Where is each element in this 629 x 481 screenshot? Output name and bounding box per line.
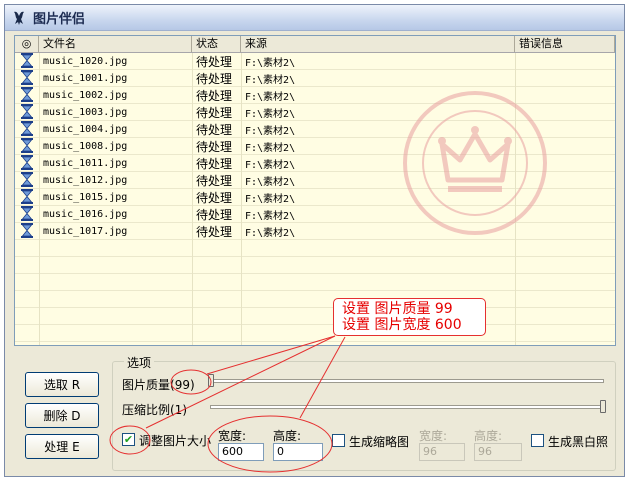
thumb-height-field[interactable]: 96 [474, 443, 522, 461]
title-bar: 图片伴侣 [5, 5, 624, 31]
quality-label: 图片质量(99) [122, 378, 195, 392]
bw-checkbox[interactable] [531, 434, 544, 447]
row-icon-cell [15, 171, 39, 190]
row-icon-cell [15, 86, 39, 105]
filename-cell: music_1004.jpg [43, 124, 128, 135]
filename-cell: music_1002.jpg [43, 90, 128, 101]
filename-cell: music_1001.jpg [43, 73, 128, 84]
hourglass-icon [21, 52, 33, 68]
filename-cell: music_1011.jpg [43, 158, 128, 169]
hourglass-icon [21, 171, 33, 187]
options-group-title: 选项 [124, 354, 155, 371]
delete-button[interactable]: 删除 D [25, 403, 99, 428]
table-row[interactable]: music_1001.jpg 待处理 F:\素材2\ [15, 69, 615, 88]
filename-cell: music_1012.jpg [43, 175, 128, 186]
source-cell: F:\素材2\ [245, 75, 296, 86]
filename-cell: music_1016.jpg [43, 209, 128, 220]
hourglass-icon [21, 86, 33, 102]
table-row[interactable]: music_1020.jpg 待处理 F:\素材2\ [15, 52, 615, 71]
row-icon-cell [15, 120, 39, 139]
quality-slider-thumb[interactable] [208, 374, 214, 387]
row-icon-cell [15, 222, 39, 241]
bw-label: 生成黑白照 [548, 435, 609, 449]
filename-cell: music_1015.jpg [43, 192, 128, 203]
row-icon-cell [15, 205, 39, 224]
status-cell: 待处理 [196, 72, 233, 86]
status-cell: 待处理 [196, 225, 233, 239]
hourglass-icon [21, 103, 33, 119]
filename-cell: music_1020.jpg [43, 56, 128, 67]
row-icon-cell [15, 154, 39, 173]
source-cell: F:\素材2\ [245, 58, 296, 69]
annotation-line-1: 设置 图片质量 99 [342, 301, 453, 317]
thumb-width-field[interactable]: 96 [419, 443, 465, 461]
row-icon-cell [15, 188, 39, 207]
thumbnail-label: 生成缩略图 [349, 435, 410, 449]
status-cell: 待处理 [196, 140, 233, 154]
status-cell: 待处理 [196, 123, 233, 137]
thumbnail-checkbox[interactable] [332, 434, 345, 447]
column-header-filename[interactable]: 文件名 [39, 36, 192, 52]
thumb-height-label: 高度: [474, 429, 503, 443]
row-icon-cell [15, 137, 39, 156]
hourglass-icon [21, 120, 33, 136]
resize-checkbox[interactable]: ✔ [122, 433, 135, 446]
list-header: ◎ 文件名 状态 来源 错误信息 [15, 36, 615, 53]
column-header-icon[interactable]: ◎ [15, 36, 39, 52]
app-logo-icon [14, 11, 24, 25]
column-header-error[interactable]: 错误信息 [515, 36, 615, 52]
window-title: 图片伴侣 [33, 12, 86, 27]
hourglass-icon [21, 69, 33, 85]
width-field[interactable]: 600 [218, 443, 264, 461]
status-cell: 待处理 [196, 106, 233, 120]
process-button[interactable]: 处理 E [25, 434, 99, 459]
annotation-callout: 设置 图片质量 99 设置 图片宽度 600 [333, 298, 486, 336]
hourglass-icon [21, 154, 33, 170]
height-field[interactable]: 0 [273, 443, 323, 461]
status-cell: 待处理 [196, 208, 233, 222]
filename-cell: music_1008.jpg [43, 141, 128, 152]
status-cell: 待处理 [196, 157, 233, 171]
thumb-width-label: 宽度: [419, 429, 448, 443]
row-icon-cell [15, 69, 39, 88]
column-header-source[interactable]: 来源 [241, 36, 515, 52]
row-icon-cell [15, 103, 39, 122]
row-icon-cell [15, 52, 39, 71]
ratio-slider-thumb[interactable] [600, 400, 606, 413]
ratio-slider-track[interactable] [210, 405, 604, 409]
ratio-label: 压缩比例(1) [122, 403, 187, 417]
status-cell: 待处理 [196, 174, 233, 188]
status-cell: 待处理 [196, 191, 233, 205]
hourglass-icon [21, 205, 33, 221]
quality-slider-track[interactable] [210, 379, 604, 383]
quality-value: 99 [174, 378, 190, 392]
width-label: 宽度: [218, 429, 247, 443]
hourglass-icon [21, 188, 33, 204]
column-header-status[interactable]: 状态 [192, 36, 241, 52]
status-cell: 待处理 [196, 89, 233, 103]
shop-seal-watermark [403, 91, 547, 235]
hourglass-icon [21, 222, 33, 238]
filename-cell: music_1017.jpg [43, 226, 128, 237]
filename-cell: music_1003.jpg [43, 107, 128, 118]
height-label: 高度: [273, 429, 302, 443]
hourglass-icon [21, 137, 33, 153]
annotation-line-2: 设置 图片宽度 600 [342, 317, 462, 333]
resize-label: 调整图片大小 [139, 434, 212, 448]
status-cell: 待处理 [196, 55, 233, 69]
select-button[interactable]: 选取 R [25, 372, 99, 397]
